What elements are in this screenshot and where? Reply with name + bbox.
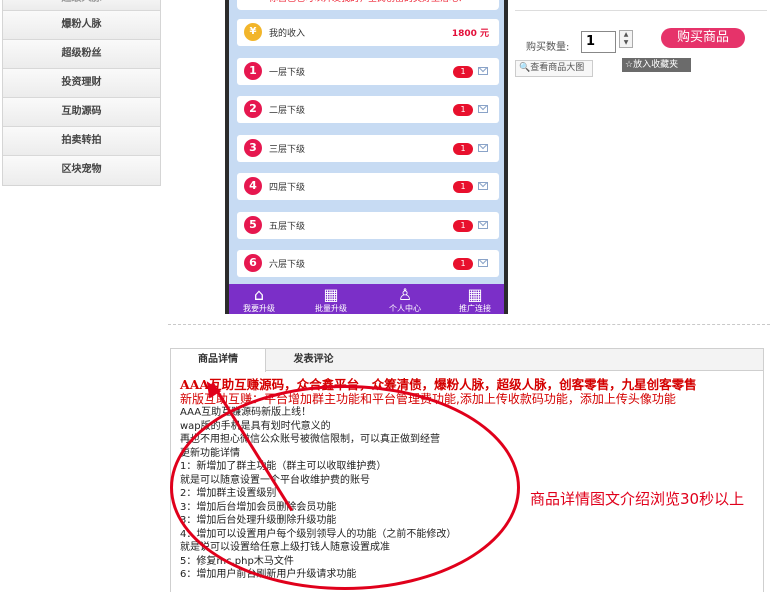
stepper-up-icon[interactable]: ▲ [620, 31, 632, 39]
home-icon: ⌂ [253, 285, 265, 304]
mail-icon [478, 221, 488, 229]
magnifier-icon: 🔍 [519, 63, 531, 73]
annotation-text: 商品详情图文介绍浏览30秒以上 [530, 490, 745, 508]
tabbar-label: 推广连接 [459, 304, 491, 313]
level-badge: 1 [453, 104, 473, 116]
level-number: 4 [244, 177, 262, 195]
phone-tabbar: ⌂ 我要升级 ▦ 批量升级 ♙ 个人中心 ▦ 推广连接 [229, 284, 504, 314]
phone-notice: 你自己也可以开发我的，全民创富的美好生活吧！ [237, 0, 499, 10]
mail-icon [478, 144, 488, 152]
grid-icon: ▦ [467, 285, 483, 304]
mail-icon [478, 105, 488, 113]
income-label: 我的收入 [269, 29, 306, 39]
quantity-label: 购买数量: [526, 42, 570, 53]
view-large-image-button[interactable]: 🔍查看商品大图 [515, 60, 593, 77]
tabbar-label: 个人中心 [389, 304, 421, 313]
level-row: 3 三层下级 1 [237, 135, 499, 162]
purchase-panel: 购买数量: 1 ▲ ▼ 购买商品 [515, 10, 767, 60]
level-number: 5 [244, 216, 262, 234]
quantity-input[interactable]: 1 [581, 31, 616, 53]
section-divider [168, 324, 770, 325]
level-number: 1 [244, 62, 262, 80]
tabbar-item: ▦ 批量升级 [301, 286, 361, 314]
detail-tabs: 商品详情 发表评论 [171, 349, 763, 372]
level-label: 三层下级 [269, 145, 306, 155]
add-to-favorites-label: 放入收藏夹 [633, 60, 679, 70]
level-row: 6 六层下级 1 [237, 250, 499, 277]
category-item[interactable]: 互助源码 [3, 98, 160, 127]
tabbar-item: ⌂ 我要升级 [229, 286, 289, 314]
level-label: 四层下级 [269, 183, 306, 193]
category-item[interactable]: 区块宠物 [3, 156, 160, 185]
level-row: 2 二层下级 1 [237, 96, 499, 123]
level-row: 4 四层下级 1 [237, 173, 499, 200]
grid-icon: ▦ [323, 285, 339, 304]
level-label: 一层下级 [269, 68, 306, 78]
category-list: 超级人脉 爆粉人脉 超级粉丝 投资理财 互助源码 拍卖转拍 区块宠物 [2, 0, 161, 186]
mail-icon [478, 67, 488, 75]
level-badge: 1 [453, 143, 473, 155]
view-large-image-label: 查看商品大图 [530, 63, 585, 73]
tabbar-item: ▦ 推广连接 [445, 285, 504, 314]
coin-icon: ¥ [244, 23, 262, 41]
product-phone-preview: 你自己也可以开发我的，全民创富的美好生活吧！ ¥ 我的收入 1800 元 1 一… [225, 0, 508, 314]
level-badge: 1 [453, 66, 473, 78]
add-to-favorites-button[interactable]: ☆放入收藏夹 [622, 58, 691, 72]
detail-headline: AAA互助互赚源码，众合鑫平台，众筹清债，爆粉人脉，超级人脉，创客零售，九星创客… [180, 377, 697, 392]
level-label: 五层下级 [269, 222, 306, 232]
category-item[interactable]: 超级粉丝 [3, 40, 160, 69]
level-number: 2 [244, 100, 262, 118]
level-row: 1 一层下级 1 [237, 58, 499, 85]
tab-post-comment[interactable]: 发表评论 [266, 349, 361, 371]
buy-button[interactable]: 购买商品 [661, 28, 745, 48]
tabbar-label: 我要升级 [243, 304, 275, 313]
income-amount: 1800 元 [451, 29, 489, 39]
tabbar-item: ♙ 个人中心 [375, 286, 435, 314]
mail-icon [478, 259, 488, 267]
user-icon: ♙ [397, 285, 413, 304]
favorite-icon: ☆ [625, 60, 634, 70]
level-row: 5 五层下级 1 [237, 212, 499, 239]
level-badge: 1 [453, 220, 473, 232]
stepper-down-icon[interactable]: ▼ [620, 39, 632, 47]
level-label: 二层下级 [269, 106, 306, 116]
level-badge: 1 [453, 181, 473, 193]
annotation-oval [170, 385, 520, 590]
level-label: 六层下级 [269, 260, 306, 270]
income-row: ¥ 我的收入 1800 元 [237, 19, 499, 46]
level-number: 6 [244, 254, 262, 272]
category-item[interactable]: 投资理财 [3, 69, 160, 98]
tabbar-label: 批量升级 [315, 304, 347, 313]
mail-icon [478, 182, 488, 190]
category-item[interactable]: 拍卖转拍 [3, 127, 160, 156]
category-item[interactable]: 超级人脉 [3, 0, 160, 11]
level-badge: 1 [453, 258, 473, 270]
category-item[interactable]: 爆粉人脉 [3, 11, 160, 40]
level-number: 3 [244, 139, 262, 157]
quantity-stepper[interactable]: ▲ ▼ [619, 30, 633, 48]
tab-product-details[interactable]: 商品详情 [171, 349, 266, 372]
